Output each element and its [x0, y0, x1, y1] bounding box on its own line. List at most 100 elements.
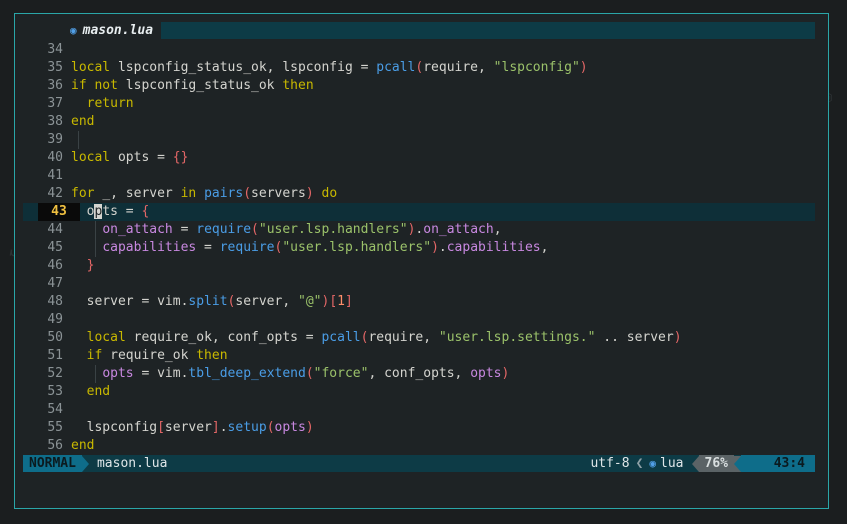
- line-code: }: [71, 257, 95, 275]
- code-token: split: [188, 294, 228, 309]
- line-number: 48: [47, 294, 63, 309]
- code-token: pcall: [321, 330, 361, 345]
- line-number: 38: [47, 114, 63, 129]
- code-token: lspconfig: [71, 420, 158, 435]
- code-token: =: [196, 240, 220, 255]
- code-token: ]: [344, 294, 353, 309]
- lua-file-icon: ◉: [70, 24, 77, 37]
- code-token: ts =: [102, 204, 142, 219]
- line-code: server = vim.split(server, "@")[1]: [71, 293, 353, 311]
- line-number: 34: [47, 42, 63, 57]
- line-number: 55: [47, 420, 63, 435]
- statusline: NORMAL mason.lua utf-8 ❮ ◉ lua 76% 43:4: [23, 455, 815, 472]
- line-code: return: [71, 95, 134, 113]
- code-line[interactable]: 41: [23, 167, 815, 185]
- code-token: require_ok: [110, 348, 197, 363]
- code-token: "lspconfig": [493, 60, 580, 75]
- code-token: = vim.: [133, 366, 189, 381]
- code-token: local: [71, 150, 118, 165]
- editor-buffer[interactable]: 34 35 local lspconfig_status_ok, lspconfig…: [23, 41, 815, 455]
- code-token: return: [86, 96, 134, 111]
- line-code: capabilities = require("user.lsp.handler…: [71, 239, 548, 257]
- code-line[interactable]: 44 on_attach = require("user.lsp.handler…: [23, 221, 815, 239]
- code-token: server,: [235, 294, 298, 309]
- line-number: 52: [47, 366, 63, 381]
- file-encoding: utf-8: [590, 456, 630, 471]
- code-token: "user.lsp.handlers": [282, 240, 432, 255]
- code-line[interactable]: 51 if require_ok then: [23, 347, 815, 365]
- statusline-separator: ❮: [635, 456, 644, 471]
- code-line[interactable]: 35 local lspconfig_status_ok, lspconfig =…: [23, 59, 815, 77]
- tab-mason-lua[interactable]: ◉ mason.lua: [23, 22, 162, 39]
- line-number: 54: [47, 402, 63, 417]
- code-token: (: [251, 222, 259, 237]
- line-number: 35: [47, 60, 63, 75]
- code-token: require_ok, conf_opts =: [133, 330, 322, 345]
- line-code: end: [71, 383, 110, 401]
- line-number: 51: [47, 348, 63, 363]
- code-token: in: [180, 186, 205, 201]
- code-token: do: [313, 186, 338, 201]
- code-line[interactable]: 46 }: [23, 257, 815, 275]
- code-token: ): [579, 60, 588, 75]
- code-token: ): [431, 240, 439, 255]
- code-token: capabilities: [446, 240, 541, 255]
- code-line[interactable]: 36 if not lspconfig_status_ok then: [23, 77, 815, 95]
- code-line[interactable]: 56 end: [23, 437, 815, 455]
- code-token: opts: [274, 420, 306, 435]
- cursor-position: 43:4: [741, 455, 815, 472]
- code-line[interactable]: 50 local require_ok, conf_opts = pcall(r…: [23, 329, 815, 347]
- code-token: require: [219, 240, 275, 255]
- code-token: opts: [470, 366, 502, 381]
- line-number: 53: [47, 384, 63, 399]
- code-line[interactable]: 52 opts = vim.tbl_deep_extend("force", c…: [23, 365, 815, 383]
- code-line-current[interactable]: 43 opts = {: [23, 203, 815, 221]
- code-line[interactable]: 48 server = vim.split(server, "@")[1]: [23, 293, 815, 311]
- filetype-icon: ◉: [649, 457, 657, 470]
- code-line[interactable]: 53 end: [23, 383, 815, 401]
- code-line[interactable]: 37 return: [23, 95, 815, 113]
- code-token: {}: [172, 150, 189, 165]
- code-token: ,: [493, 222, 502, 237]
- code-token: opts: [102, 366, 134, 381]
- code-line[interactable]: 42 for _, server in pairs(servers) do: [23, 185, 815, 203]
- line-code: local require_ok, conf_opts = pcall(requ…: [71, 329, 682, 347]
- code-token: server: [164, 420, 212, 435]
- code-token: ): [501, 366, 510, 381]
- code-line[interactable]: 47: [23, 275, 815, 293]
- code-token: opts =: [117, 150, 173, 165]
- code-token: lspconfig_status_ok: [125, 78, 283, 93]
- code-token: .: [219, 420, 228, 435]
- code-token: capabilities: [102, 240, 197, 255]
- code-line[interactable]: 49: [23, 311, 815, 329]
- line-code: local opts = {}: [71, 149, 188, 167]
- mode-indicator: NORMAL: [23, 455, 82, 472]
- code-token: ,: [540, 240, 549, 255]
- file-type: lua: [660, 456, 684, 471]
- line-code: end: [71, 113, 94, 131]
- line-number: 41: [47, 168, 63, 183]
- line-number: 45: [47, 240, 63, 255]
- code-line[interactable]: 40 local opts = {}: [23, 149, 815, 167]
- line-number: 37: [47, 96, 63, 111]
- tabline: ◉ mason.lua: [23, 22, 815, 39]
- line-code: for _, server in pairs(servers) do: [71, 185, 337, 203]
- code-token: tbl_deep_extend: [188, 366, 306, 381]
- code-token: _, server: [102, 186, 181, 201]
- line-number: 50: [47, 330, 63, 345]
- code-line[interactable]: 39: [23, 131, 815, 149]
- code-line[interactable]: 55 lspconfig[server].setup(opts): [23, 419, 815, 437]
- code-line[interactable]: 38 end: [23, 113, 815, 131]
- percent-separator-arrow: [691, 455, 699, 472]
- code-line[interactable]: 45 capabilities = require("user.lsp.hand…: [23, 239, 815, 257]
- code-token: local: [71, 60, 118, 75]
- line-code: opts = {: [71, 203, 149, 221]
- code-token: [: [157, 420, 165, 435]
- line-code: on_attach = require("user.lsp.handlers")…: [71, 221, 502, 239]
- code-token: }: [86, 258, 95, 273]
- code-token: {: [141, 204, 150, 219]
- code-line[interactable]: 54: [23, 401, 815, 419]
- code-line[interactable]: 34: [23, 41, 815, 59]
